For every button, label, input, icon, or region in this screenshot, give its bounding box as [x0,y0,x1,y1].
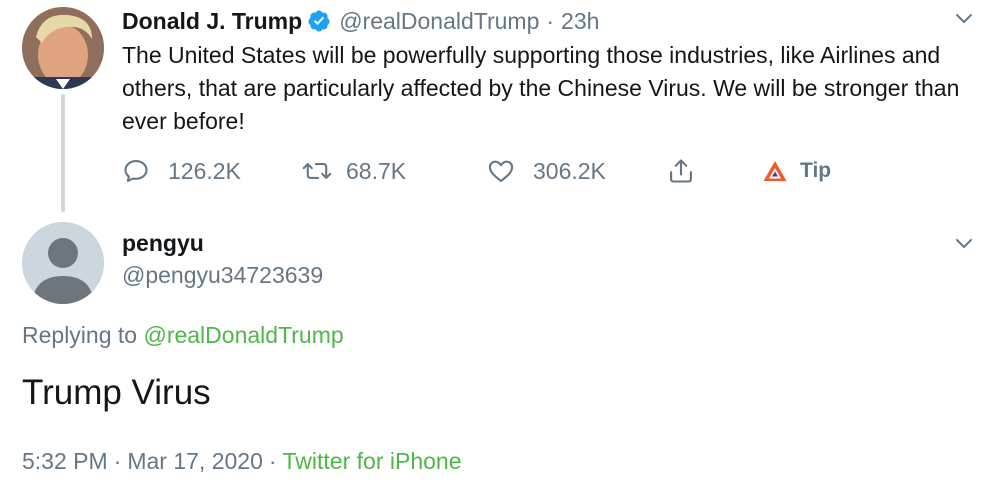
tweet-metadata: 5:32 PM · Mar 17, 2020 · Twitter for iPhone [22,448,462,475]
meta-separator: · [113,448,122,474]
share-button[interactable] [667,155,695,187]
like-button[interactable]: 306.2K [487,155,606,187]
parent-tweet-text: The United States will be powerfully sup… [122,42,960,134]
replying-to-mention[interactable]: @realDonaldTrump [143,322,343,348]
default-avatar-icon [22,222,104,304]
reply-display-name[interactable]: pengyu [122,230,204,257]
verified-badge-icon [308,10,330,32]
reply-icon [124,160,148,182]
retweet-icon [302,163,332,179]
replying-to-label: Replying to [22,322,138,348]
avatar-image [22,7,104,89]
thread-connector-line [61,94,65,212]
brave-tip-icon [763,161,787,181]
parent-handle[interactable]: @realDonaldTrump [339,8,539,35]
reply-handle[interactable]: @pengyu34723639 [122,262,323,289]
chevron-down-icon[interactable] [955,235,973,253]
tweet-source[interactable]: Twitter for iPhone [283,448,462,474]
retweet-button[interactable]: 68.7K [302,155,406,187]
tip-button[interactable]: Tip [762,155,831,187]
parent-timestamp[interactable]: 23h [561,8,599,35]
reply-avatar[interactable] [22,222,104,304]
parent-avatar[interactable] [22,7,104,89]
reply-button[interactable]: 126.2K [122,155,241,187]
like-icon [488,160,514,182]
reply-tweet-text: Trump Virus [22,373,211,412]
header-separator: · [546,7,555,34]
retweet-count: 68.7K [346,157,407,184]
parent-display-name[interactable]: Donald J. Trump [122,8,302,35]
share-icon [670,159,692,183]
replying-to-line: Replying to @realDonaldTrump [22,322,344,349]
tweet-date[interactable]: Mar 17, 2020 [127,448,263,474]
parent-tweet-header: Donald J. Trump @realDonaldTrump · 23h [122,6,599,36]
meta-separator: · [268,448,277,474]
chevron-down-icon[interactable] [955,10,973,28]
tweet-time[interactable]: 5:32 PM [22,448,108,474]
reply-count: 126.2K [168,157,241,184]
tip-label: Tip [800,159,832,182]
like-count: 306.2K [533,157,606,184]
